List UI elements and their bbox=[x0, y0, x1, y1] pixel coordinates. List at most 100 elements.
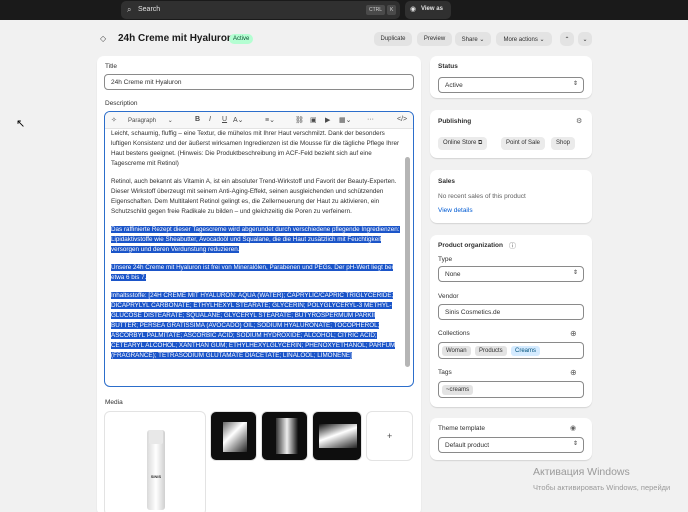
page-header: ◇ 24h Creme mit Hyaluron Active Duplicat… bbox=[100, 31, 595, 48]
settings-icon[interactable]: ⚙ bbox=[576, 117, 582, 125]
collection-pill[interactable]: Creams bbox=[511, 346, 541, 356]
theme-template-title: Theme template bbox=[438, 425, 485, 432]
description-editor[interactable]: ✧ Paragraph ⌄ B I U A⌄ ≡⌄ ⛓ ▣ ▶ ▦⌄ ··· <… bbox=[104, 111, 414, 387]
editor-toolbar: ✧ Paragraph ⌄ B I U A⌄ ≡⌄ ⛓ ▣ ▶ ▦⌄ ··· <… bbox=[105, 112, 413, 129]
status-badge: Active bbox=[229, 34, 254, 44]
sales-message: No recent sales of this product bbox=[438, 193, 526, 200]
status-title: Status bbox=[438, 63, 458, 70]
theme-template-card: Theme template ◉ Default product ⇕ bbox=[430, 418, 592, 460]
paragraph-style-select[interactable]: Paragraph ⌄ bbox=[125, 115, 181, 126]
organization-title: Product organization bbox=[438, 242, 503, 249]
media-thumbnail[interactable] bbox=[312, 411, 362, 461]
tag-pill[interactable]: ~creams bbox=[442, 385, 474, 395]
previous-product-button[interactable]: ⌃ bbox=[560, 32, 574, 46]
channel-label: Point of Sale bbox=[506, 140, 541, 146]
image-icon[interactable]: ▣ bbox=[310, 116, 317, 124]
selected-paragraph: Das raffinierte Rezept dieser Tagescreme… bbox=[111, 226, 400, 253]
title-value: 24h Creme mit Hyaluron bbox=[111, 79, 182, 86]
title-label: Title bbox=[105, 63, 118, 70]
search-icon: ⌕ bbox=[127, 5, 132, 14]
underline-icon[interactable]: U bbox=[222, 116, 227, 123]
share-label: Share bbox=[461, 37, 478, 43]
type-select[interactable]: None ⇕ bbox=[438, 266, 584, 282]
duplicate-label: Duplicate bbox=[380, 36, 406, 42]
description-label: Description bbox=[105, 100, 138, 107]
channel-shop: Shop bbox=[551, 137, 576, 150]
windows-activation-title: Активация Windows bbox=[533, 466, 630, 478]
eye-icon[interactable]: ◉ bbox=[570, 424, 576, 432]
view-details-link[interactable]: View details bbox=[438, 207, 473, 214]
media-main-image[interactable]: SINIS bbox=[104, 411, 206, 512]
selected-paragraph: Inhaltsstoffe: [24H CREME MIT HYALURON: … bbox=[111, 292, 396, 359]
add-collection-icon[interactable]: ⊕ bbox=[570, 329, 577, 338]
channel-online-store: Online Store ⧉ bbox=[438, 137, 488, 150]
product-thumbnail-image bbox=[276, 418, 298, 454]
info-icon: ⧉ bbox=[478, 140, 483, 146]
italic-icon[interactable]: I bbox=[209, 116, 211, 123]
text-color-icon[interactable]: A⌄ bbox=[233, 116, 244, 124]
video-icon[interactable]: ▶ bbox=[325, 116, 330, 124]
search-bar[interactable]: ⌕ Search CTRL K bbox=[121, 1, 400, 19]
duplicate-button[interactable]: Duplicate bbox=[374, 32, 412, 46]
chevron-up-icon: ⌃ bbox=[564, 37, 570, 43]
media-label: Media bbox=[105, 399, 123, 406]
chevron-down-icon: ⌄ bbox=[539, 37, 545, 43]
publishing-card: Publishing ⚙ Online Store ⧉ Point of Sal… bbox=[430, 110, 592, 158]
chevron-down-icon: ⌄ bbox=[582, 37, 588, 43]
product-organization-card: Product organization ⓘ Type None ⇕ Vendo… bbox=[430, 235, 592, 407]
eye-icon: ◉ bbox=[410, 6, 417, 13]
bottle-brand: SINIS bbox=[150, 474, 162, 479]
title-input[interactable]: 24h Creme mit Hyaluron bbox=[104, 74, 414, 90]
link-icon[interactable]: ⛓ bbox=[295, 116, 304, 124]
editor-content[interactable]: Leicht, schaumig, fluffig – eine Textur,… bbox=[111, 129, 400, 369]
table-icon[interactable]: ▦⌄ bbox=[339, 116, 351, 124]
tags-label: Tags bbox=[438, 369, 452, 376]
status-card: Status Active ⇕ bbox=[430, 56, 592, 98]
info-icon[interactable]: ⓘ bbox=[509, 241, 516, 251]
share-button[interactable]: Share ⌄ bbox=[455, 32, 491, 46]
media-thumbnail[interactable] bbox=[261, 411, 308, 461]
tags-input[interactable]: ~creams bbox=[438, 381, 584, 398]
view-as-button[interactable]: ◉ View as bbox=[405, 1, 451, 19]
theme-template-select[interactable]: Default product ⇕ bbox=[438, 437, 584, 453]
product-thumbnail-image bbox=[223, 422, 247, 452]
collections-input[interactable]: Woman Products Creams bbox=[438, 342, 584, 359]
sales-title: Sales bbox=[438, 178, 455, 185]
status-select[interactable]: Active ⇕ bbox=[438, 77, 584, 93]
description-paragraph: Retinol, auch bekannt als Vitamin A, ist… bbox=[111, 178, 397, 215]
top-bar: ⌕ Search CTRL K ◉ View as bbox=[0, 0, 688, 20]
add-media-button[interactable]: + bbox=[366, 411, 413, 461]
collection-pill[interactable]: Woman bbox=[442, 346, 471, 356]
code-view-icon[interactable]: </> bbox=[397, 116, 407, 123]
more-icon[interactable]: ··· bbox=[367, 116, 374, 123]
type-value: None bbox=[445, 271, 461, 278]
add-tag-icon[interactable]: ⊕ bbox=[570, 368, 577, 377]
publishing-title: Publishing bbox=[438, 118, 472, 125]
magic-icon[interactable]: ✧ bbox=[111, 116, 117, 124]
type-label: Type bbox=[438, 256, 453, 263]
collections-label: Collections bbox=[438, 330, 470, 337]
preview-button[interactable]: Preview bbox=[417, 32, 452, 46]
search-label: Search bbox=[138, 6, 161, 13]
select-arrow-icon: ⇕ bbox=[572, 270, 578, 276]
vendor-input[interactable]: Sinis Cosmetics.de bbox=[438, 304, 584, 320]
select-arrow-icon: ⇕ bbox=[572, 441, 578, 447]
product-thumbnail-image bbox=[319, 424, 357, 448]
windows-activation-subtitle: Чтобы активировать Windows, перейди bbox=[533, 483, 671, 492]
sales-card: Sales No recent sales of this product Vi… bbox=[430, 170, 592, 223]
media-thumbnail[interactable] bbox=[210, 411, 257, 461]
collection-pill[interactable]: Products bbox=[475, 346, 507, 356]
status-value: Active bbox=[445, 82, 463, 89]
align-icon[interactable]: ≡⌄ bbox=[265, 116, 275, 124]
chevron-down-icon: ⌄ bbox=[167, 118, 173, 124]
theme-template-value: Default product bbox=[445, 442, 490, 449]
bold-icon[interactable]: B bbox=[195, 116, 200, 123]
next-product-button[interactable]: ⌄ bbox=[578, 32, 592, 46]
more-actions-button[interactable]: More actions ⌄ bbox=[496, 32, 552, 46]
channel-point-of-sale: Point of Sale bbox=[501, 137, 546, 150]
editor-scrollbar[interactable] bbox=[405, 157, 410, 367]
chevron-down-icon: ⌄ bbox=[479, 37, 485, 43]
view-as-label: View as bbox=[421, 6, 443, 12]
product-bottle-image: SINIS bbox=[147, 430, 165, 510]
shortcut-k: K bbox=[387, 5, 397, 15]
